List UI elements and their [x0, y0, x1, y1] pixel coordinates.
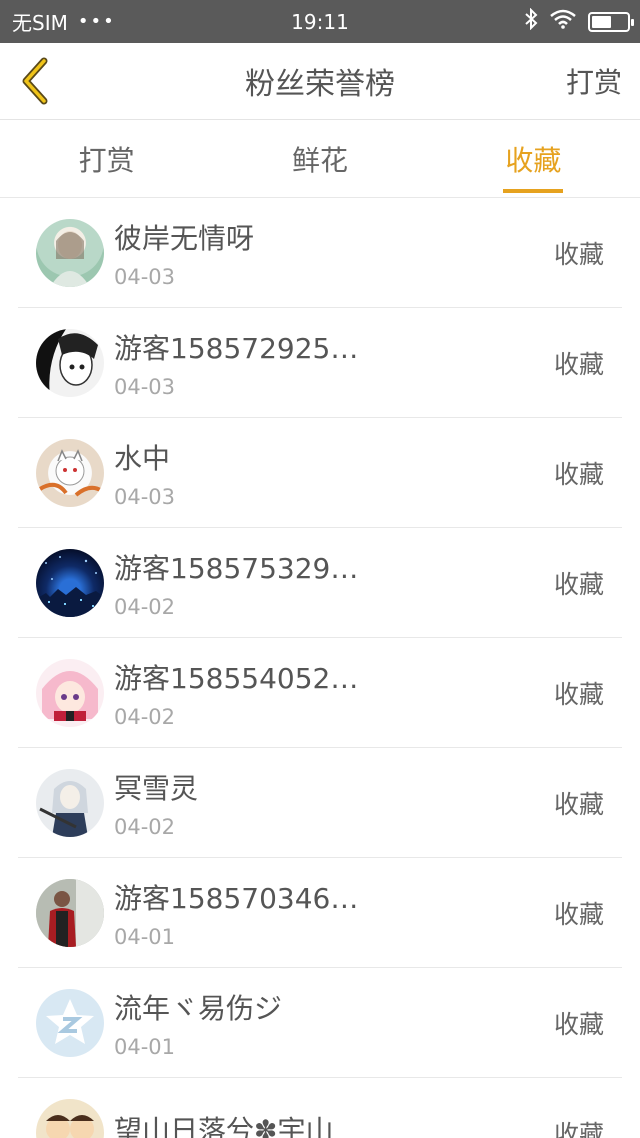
fan-date: 04-01 — [114, 924, 176, 949]
fan-name: 游客158570346… — [114, 881, 359, 915]
wifi-icon — [550, 9, 576, 34]
fan-name: 游客158554052… — [114, 661, 359, 695]
avatar — [36, 768, 104, 837]
star-icon — [46, 998, 94, 1044]
chevron-left-icon — [22, 57, 48, 105]
status-bar: 无SIM ••• 19:11 — [0, 0, 640, 43]
list-item[interactable]: 冥雪灵 04-02 收藏 — [18, 748, 622, 858]
avatar — [36, 328, 104, 397]
list-item[interactable]: 游客158572925… 04-03 收藏 — [18, 308, 622, 418]
tab-favorites[interactable]: 收藏 — [427, 120, 640, 197]
avatar — [36, 1098, 104, 1138]
avatar — [36, 548, 104, 617]
fan-name: 水中 — [114, 441, 171, 475]
avatar — [36, 658, 104, 727]
list-item[interactable]: 望山日落兮✽宇山 收藏 — [18, 1078, 622, 1138]
list-item[interactable]: 游客158575329… 04-02 收藏 — [18, 528, 622, 638]
gift-type: 收藏 — [553, 1009, 604, 1039]
avatar — [36, 878, 104, 947]
reward-button[interactable]: 打赏 — [566, 61, 622, 101]
fan-name: 流年ヾ易伤ジ — [114, 991, 283, 1025]
list-item[interactable]: 流年ヾ易伤ジ 04-01 收藏 — [18, 968, 622, 1078]
tab-flowers[interactable]: 鲜花 — [213, 120, 426, 197]
avatar — [36, 988, 104, 1057]
gift-type: 收藏 — [553, 899, 604, 929]
status-right — [524, 7, 634, 35]
fan-date: 04-03 — [114, 264, 176, 289]
fan-name: 游客158572925… — [114, 331, 359, 365]
gift-type: 收藏 — [553, 679, 604, 709]
gift-type: 收藏 — [553, 569, 604, 599]
fan-date: 04-02 — [114, 814, 176, 839]
signal-dots: ••• — [77, 11, 116, 32]
page-title: 粉丝荣誉榜 — [245, 67, 395, 102]
fan-date: 04-02 — [114, 704, 176, 729]
list-item[interactable]: 水中 04-03 收藏 — [18, 418, 622, 528]
fan-name: 彼岸无情呀 — [114, 221, 255, 255]
tab-bar: 打赏 鲜花 收藏 — [0, 120, 640, 198]
fan-date: 04-02 — [114, 594, 176, 619]
list-item[interactable]: 游客158570346… 04-01 收藏 — [18, 858, 622, 968]
gift-type: 收藏 — [553, 1119, 604, 1138]
gift-type: 收藏 — [553, 459, 604, 489]
fan-date: 04-01 — [114, 1034, 176, 1059]
battery-icon — [588, 11, 634, 32]
carrier-label: 无SIM — [12, 11, 68, 35]
avatar — [36, 218, 104, 287]
fan-date: 04-03 — [114, 374, 176, 399]
bluetooth-icon — [524, 7, 538, 35]
fan-date: 04-03 — [114, 484, 176, 509]
gift-type: 收藏 — [553, 789, 604, 819]
fan-list: 彼岸无情呀 04-03 收藏 游客158572925… 04-03 收藏 水中 … — [0, 198, 640, 1138]
tab-reward[interactable]: 打赏 — [0, 120, 213, 197]
fan-name: 游客158575329… — [114, 551, 359, 585]
gift-type: 收藏 — [553, 349, 604, 379]
gift-type: 收藏 — [553, 239, 604, 269]
avatar — [36, 438, 104, 507]
fan-name: 冥雪灵 — [114, 771, 199, 805]
back-button[interactable] — [18, 53, 58, 109]
fan-name: 望山日落兮✽宇山 — [114, 1113, 334, 1138]
nav-bar: 粉丝荣誉榜 打赏 — [0, 43, 640, 120]
list-item[interactable]: 彼岸无情呀 04-03 收藏 — [18, 198, 622, 308]
status-left: 无SIM ••• — [12, 7, 116, 36]
list-item[interactable]: 游客158554052… 04-02 收藏 — [18, 638, 622, 748]
